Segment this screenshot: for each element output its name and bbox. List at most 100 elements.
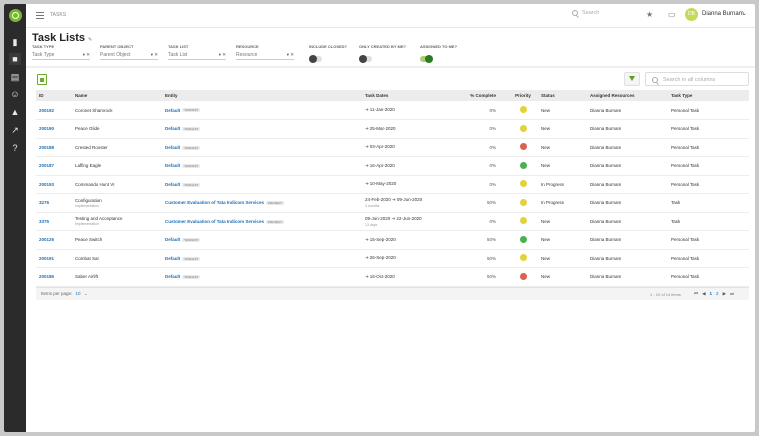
next-page-button[interactable]: ▶	[723, 291, 726, 297]
breadcrumb[interactable]: TASKS	[50, 12, 66, 18]
column-header[interactable]: Task Type	[668, 90, 749, 101]
export-excel-icon[interactable]	[37, 74, 47, 85]
filter-icon[interactable]	[624, 72, 640, 86]
task-id[interactable]: 200193	[36, 175, 72, 194]
external-link-icon[interactable]: ↗	[9, 124, 21, 136]
column-header[interactable]: Priority	[508, 90, 538, 101]
entity-link[interactable]: Default	[165, 126, 180, 131]
entity-link[interactable]: Default	[165, 237, 180, 242]
task-dates-cell: ➔03-Apr-2020	[362, 138, 444, 157]
table-row[interactable]: 200192 Coronet Shamrock Default TASKLIST ➔11…	[36, 101, 749, 120]
filter-resource[interactable]: RESOURCE Resource ▾ ✕	[236, 44, 294, 60]
entity-link[interactable]: Default	[165, 274, 180, 279]
pin-icon[interactable]: ✎	[88, 37, 92, 43]
entity-link[interactable]: Customer Evaluation of Tata Indicom Serv…	[165, 200, 264, 205]
page-2-button[interactable]: 2	[716, 291, 719, 297]
task-id[interactable]: 200186	[36, 268, 72, 287]
entity-link[interactable]: Default	[165, 256, 180, 261]
created-by-me-toggle[interactable]	[359, 55, 372, 63]
column-search-input[interactable]: Search in all columns	[645, 72, 749, 86]
items-per-page: Items per page: 10 ⌄	[41, 291, 88, 297]
table-row[interactable]: 3276 Configuration Implementation Customer …	[36, 194, 749, 213]
filter-task-type[interactable]: TASK TYPE Task Type ▾ ✕	[32, 44, 90, 60]
entity-link[interactable]: Default	[165, 145, 180, 150]
documents-icon[interactable]: ▤	[9, 71, 21, 83]
task-id[interactable]: 3375	[36, 212, 72, 231]
filter-controls[interactable]: ▾ ✕	[83, 52, 90, 58]
first-page-button[interactable]: ⏮	[694, 291, 698, 297]
resources-icon[interactable]: ▲	[9, 106, 21, 118]
task-id[interactable]: 200188	[36, 138, 72, 157]
task-name: Saber Airlift	[75, 274, 99, 280]
column-header[interactable]: Name	[72, 90, 162, 101]
assigned-resource: Dianna Burnam	[590, 163, 622, 169]
toggle-assigned-to-me[interactable]: ASSIGNED TO ME?	[420, 44, 457, 67]
task-parent: Implementation	[75, 222, 99, 227]
column-header[interactable]: % Complete	[444, 90, 508, 101]
priority-indicator	[519, 235, 527, 243]
table-row[interactable]: 200188 Crested Rooster Default TASKLIST ➔03-…	[36, 138, 749, 157]
percent-complete: 0%	[489, 107, 496, 113]
toggle-include-closed[interactable]: INCLUDE CLOSED?	[309, 44, 347, 67]
column-header[interactable]: ID	[36, 90, 72, 101]
task-id[interactable]: 200187	[36, 157, 72, 176]
task-id[interactable]: 3276	[36, 194, 72, 213]
chevron-down-icon[interactable]: ⌄	[742, 10, 747, 17]
task-name-cell: Configuration Implementation	[72, 194, 162, 213]
table-row[interactable]: 200193 Commando Hunt VI Default TASKLIST ➔10…	[36, 175, 749, 194]
table-row[interactable]: 200187 Laffing Eagle Default TASKLIST ➔16-Ap…	[36, 157, 749, 176]
chevron-down-icon[interactable]: ⌄	[84, 291, 88, 296]
toggle-created-by-me[interactable]: ONLY CREATED BY ME?	[359, 44, 406, 67]
entity-badge: PROJECT	[265, 201, 284, 206]
column-header[interactable]: Entity	[162, 90, 362, 101]
include-closed-toggle[interactable]	[309, 55, 322, 63]
per-page-select[interactable]: 10	[76, 291, 81, 296]
task-id[interactable]: 200192	[36, 101, 72, 120]
user-name[interactable]: Dianna Burnam	[702, 11, 744, 17]
table-row[interactable]: 200190 Peace Glide Default TASKLIST ➔25-Mar-…	[36, 120, 749, 139]
reports-icon[interactable]: ▮	[9, 36, 21, 48]
entity-cell: Default TASKLIST	[162, 175, 362, 194]
end-date: 26-Sep-2020	[369, 255, 396, 261]
last-page-button[interactable]: ⏭	[730, 291, 734, 297]
task-id[interactable]: 200191	[36, 249, 72, 268]
filter-controls[interactable]: ▾ ✕	[219, 52, 226, 58]
assigned-resource: Dianna Burnam	[590, 237, 622, 243]
chat-icon[interactable]: ▭	[668, 10, 676, 19]
arrow-right-icon: ➔	[365, 144, 369, 150]
entity-link[interactable]: Customer Evaluation of Tata Indicom Serv…	[165, 219, 264, 224]
status: New	[541, 237, 551, 243]
percent-complete: 0%	[489, 181, 496, 187]
column-header[interactable]: Assigned Resources	[587, 90, 668, 101]
table-row[interactable]: 200126 Peace Switch Default TASKLIST ➔15-Sep…	[36, 231, 749, 250]
task-id[interactable]: 200126	[36, 231, 72, 250]
entity-link[interactable]: Default	[165, 108, 180, 113]
task-id[interactable]: 200190	[36, 120, 72, 139]
star-icon[interactable]: ★	[646, 10, 653, 19]
filter-controls[interactable]: ▾ ✕	[287, 52, 294, 58]
column-header[interactable]: Task Dates	[362, 90, 444, 101]
logo-icon[interactable]	[9, 9, 22, 22]
table-row[interactable]: 200186 Saber Airlift Default TASKLIST ➔16-Oc…	[36, 268, 749, 287]
help-icon[interactable]: ?	[9, 142, 21, 154]
people-icon[interactable]: ☺	[9, 88, 21, 100]
menu-icon[interactable]	[36, 12, 44, 19]
assigned-to-me-toggle[interactable]	[420, 55, 433, 63]
page-1-button[interactable]: 1	[710, 291, 713, 297]
entity-link[interactable]: Default	[165, 163, 180, 168]
entity-link[interactable]: Default	[165, 182, 180, 187]
filter-task-list[interactable]: TASK LIST Task List ▾ ✕	[168, 44, 226, 60]
table-row[interactable]: 200191 Combat Sar Default TASKLIST ➔26-Sep-2…	[36, 249, 749, 268]
avatar[interactable]: DB	[685, 8, 698, 21]
global-search[interactable]: Search	[572, 10, 599, 16]
column-header[interactable]: Status	[538, 90, 587, 101]
priority-indicator	[519, 124, 527, 132]
arrow-right-icon: ➔	[365, 125, 369, 131]
table-row[interactable]: 3375 Testing and Acceptance Implementation…	[36, 212, 749, 231]
filter-parent-object[interactable]: PARENT OBJECT Parent Object ▾ ✕	[100, 44, 158, 60]
status: New	[541, 274, 551, 280]
prev-page-button[interactable]: ◀	[702, 291, 705, 297]
filter-controls[interactable]: ▾ ✕	[151, 52, 158, 58]
dashboard-icon[interactable]: ■	[9, 53, 21, 65]
percent-complete: 50%	[486, 274, 496, 280]
